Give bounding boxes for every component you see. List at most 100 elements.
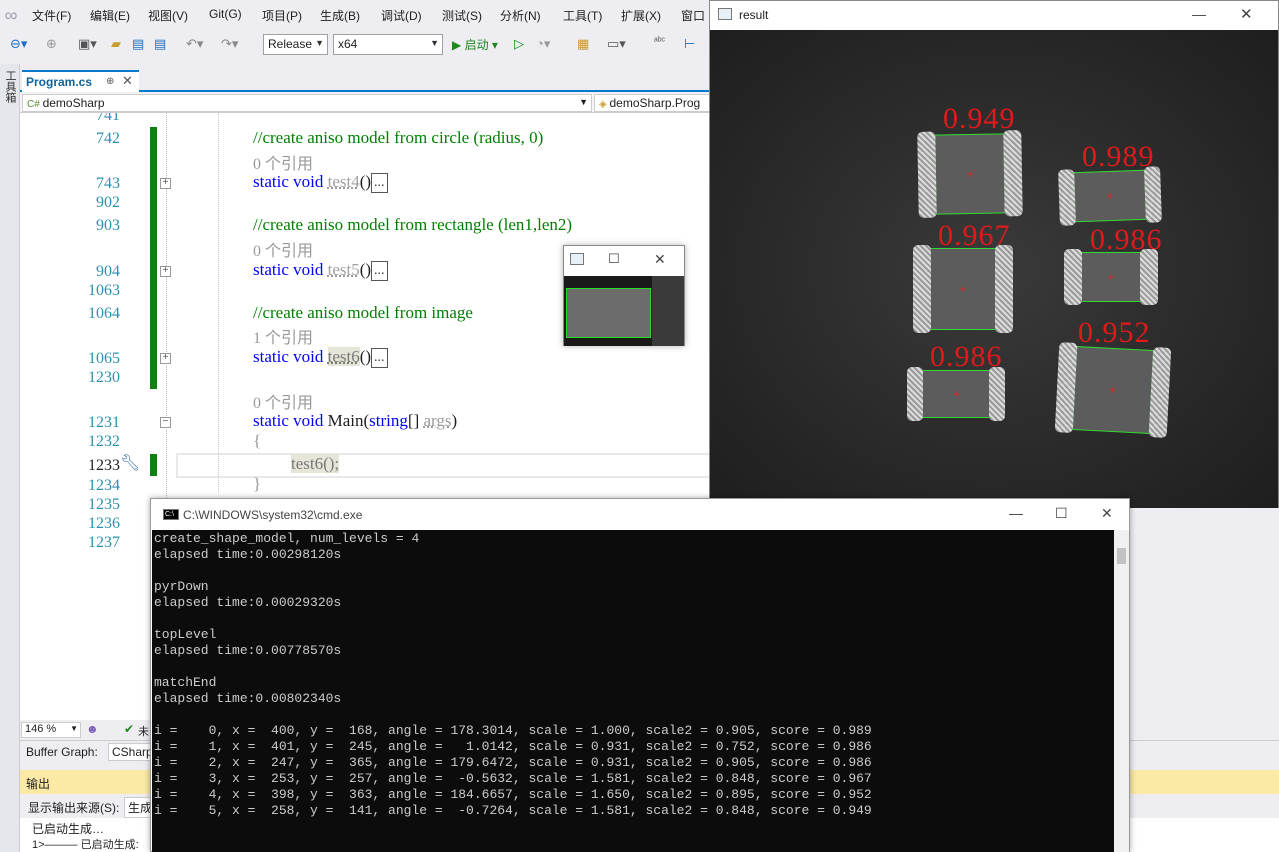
minimize-button[interactable]: — bbox=[1192, 6, 1206, 22]
intellicode-icon[interactable]: ☻ bbox=[86, 722, 99, 736]
matched-component: + bbox=[913, 245, 1013, 333]
line-number: 1063 bbox=[88, 282, 120, 299]
minimize-button[interactable]: — bbox=[1009, 505, 1023, 521]
spell-check-icon[interactable]: ᵃᵇᶜ bbox=[654, 36, 665, 47]
zoom-select[interactable]: 146 % ▼ bbox=[21, 722, 81, 738]
back-icon[interactable]: ⊖▾ bbox=[10, 36, 27, 52]
new-project-icon[interactable]: ▣▾ bbox=[78, 36, 97, 52]
menu-edit[interactable]: 编辑(E) bbox=[90, 7, 130, 24]
match-score: 0.989 bbox=[1082, 140, 1155, 173]
menu-git[interactable]: Git(G) bbox=[209, 7, 242, 21]
expand-icon[interactable]: + bbox=[160, 178, 171, 189]
match-score: 0.952 bbox=[1078, 316, 1151, 349]
type-dropdown[interactable]: ◈ demoSharp.Prog bbox=[594, 94, 714, 112]
console-line: i = 1, x = 401, y = 245, angle = 1.0142,… bbox=[154, 739, 872, 754]
no-issues-icon: ✔ bbox=[124, 722, 135, 736]
code-lens-references[interactable]: 0 个引用 bbox=[253, 150, 313, 174]
close-button[interactable]: ✕ bbox=[654, 251, 666, 268]
expand-icon[interactable]: + bbox=[160, 353, 171, 364]
menu-test[interactable]: 测试(S) bbox=[442, 7, 482, 24]
redo-icon[interactable]: ↷▾ bbox=[221, 36, 238, 52]
line-number: 902 bbox=[96, 194, 120, 211]
open-folder-icon[interactable]: ▰ bbox=[111, 36, 121, 52]
quick-actions-icon[interactable]: 🔧︎ bbox=[120, 453, 140, 473]
menu-project[interactable]: 项目(P) bbox=[262, 7, 302, 24]
console-line: i = 5, x = 258, y = 141, angle = -0.7264… bbox=[154, 803, 872, 818]
matched-component: + bbox=[1064, 249, 1158, 305]
template-image bbox=[564, 276, 684, 346]
forward-icon[interactable]: ⊕ bbox=[46, 36, 57, 52]
match-score: 0.986 bbox=[930, 340, 1003, 373]
console-line: matchEnd bbox=[154, 675, 217, 690]
step-icon[interactable]: ⊢ bbox=[684, 36, 695, 52]
result-title: result bbox=[739, 8, 769, 22]
save-icon[interactable]: ▤ bbox=[132, 36, 144, 52]
console-line: i = 0, x = 400, y = 168, angle = 178.301… bbox=[154, 723, 872, 738]
menu-window[interactable]: 窗口 bbox=[681, 7, 705, 24]
maximize-button[interactable]: ☐ bbox=[1055, 505, 1068, 522]
line-number: 742 bbox=[96, 130, 120, 147]
code-lens-references[interactable]: 0 个引用 bbox=[253, 237, 313, 261]
collapsed-block[interactable]: ... bbox=[371, 261, 388, 282]
code-lens-references[interactable]: 0 个引用 bbox=[253, 389, 313, 413]
menu-analyze[interactable]: 分析(N) bbox=[500, 7, 541, 24]
console-line: elapsed time:0.00778570s bbox=[154, 643, 342, 658]
console-scrollbar[interactable] bbox=[1114, 530, 1129, 852]
menu-tools[interactable]: 工具(T) bbox=[563, 7, 602, 24]
toolbox-sidebar[interactable]: 工具箱 bbox=[0, 64, 20, 852]
start-button[interactable]: ▶ 启动 ▾ bbox=[452, 36, 498, 53]
hot-reload-icon[interactable]: ◔▾ bbox=[536, 36, 550, 52]
pin-icon[interactable]: ⊕ bbox=[106, 76, 114, 87]
cmd-icon: C:\ bbox=[163, 509, 179, 520]
menu-view[interactable]: 视图(V) bbox=[148, 7, 188, 24]
code-line-current: test6(); bbox=[291, 454, 340, 473]
close-icon[interactable]: ✕ bbox=[122, 73, 133, 89]
issues-status[interactable]: 未 bbox=[138, 723, 149, 739]
project-dropdown[interactable]: C# demoSharp ▼ bbox=[22, 94, 592, 112]
save-all-icon[interactable]: ▤ bbox=[154, 36, 166, 52]
console-title: C:\WINDOWS\system32\cmd.exe bbox=[183, 508, 363, 522]
match-score: 0.967 bbox=[938, 219, 1011, 252]
console-line: elapsed time:0.00802340s bbox=[154, 691, 342, 706]
visual-studio-logo-icon: ∞ bbox=[4, 5, 18, 25]
close-button[interactable]: ✕ bbox=[1101, 505, 1113, 522]
console-line: elapsed time:0.00298120s bbox=[154, 547, 342, 562]
console-output[interactable]: create_shape_model, num_levels = 4 elapse… bbox=[152, 530, 1114, 852]
matched-component: + bbox=[1058, 166, 1162, 226]
collapsed-block[interactable]: ... bbox=[371, 173, 388, 194]
scrollbar-thumb[interactable] bbox=[1117, 548, 1126, 564]
match-score: 0.986 bbox=[1090, 223, 1163, 256]
collapsed-block[interactable]: ... bbox=[371, 348, 388, 369]
match-score: 0.949 bbox=[943, 102, 1016, 135]
result-window: result — ✕ + 0.949 + 0.989 + 0.967 + 0.9… bbox=[709, 0, 1279, 508]
collapse-icon[interactable]: − bbox=[160, 417, 171, 428]
console-line: create_shape_model, num_levels = 4 bbox=[154, 531, 420, 546]
close-button[interactable]: ✕ bbox=[1240, 5, 1253, 23]
menu-extensions[interactable]: 扩展(X) bbox=[621, 7, 661, 24]
tab-program-cs[interactable]: Program.cs ⊕ ✕ bbox=[22, 70, 139, 92]
class-icon: ◈ bbox=[599, 99, 610, 110]
maximize-button[interactable]: ☐ bbox=[608, 251, 620, 267]
tab-label: Program.cs bbox=[26, 75, 93, 89]
menu-file[interactable]: 文件(F) bbox=[32, 7, 71, 24]
solution-explorer-icon[interactable]: ▦ bbox=[577, 36, 589, 52]
code-lens-references[interactable]: 1 个引用 bbox=[253, 324, 313, 348]
configuration-select[interactable]: Release ▼ bbox=[263, 34, 328, 55]
toolbox-label: 工具箱 bbox=[4, 70, 16, 103]
platform-select[interactable]: x64 ▼ bbox=[333, 34, 443, 55]
start-without-debugging-icon[interactable]: ▷ bbox=[514, 36, 524, 52]
matched-component: + bbox=[917, 130, 1023, 218]
menu-build[interactable]: 生成(B) bbox=[320, 7, 360, 24]
code-line: static void test4()... bbox=[253, 172, 388, 194]
menu-debug[interactable]: 调试(D) bbox=[381, 7, 422, 24]
layout-icon[interactable]: ▭▾ bbox=[607, 36, 626, 52]
console-line: topLevel bbox=[154, 627, 217, 642]
undo-icon[interactable]: ↶▾ bbox=[186, 36, 203, 52]
code-brace: { bbox=[253, 431, 262, 450]
expand-icon[interactable]: + bbox=[160, 266, 171, 277]
line-number: 1236 bbox=[88, 515, 120, 532]
line-number: 741 bbox=[96, 113, 120, 124]
